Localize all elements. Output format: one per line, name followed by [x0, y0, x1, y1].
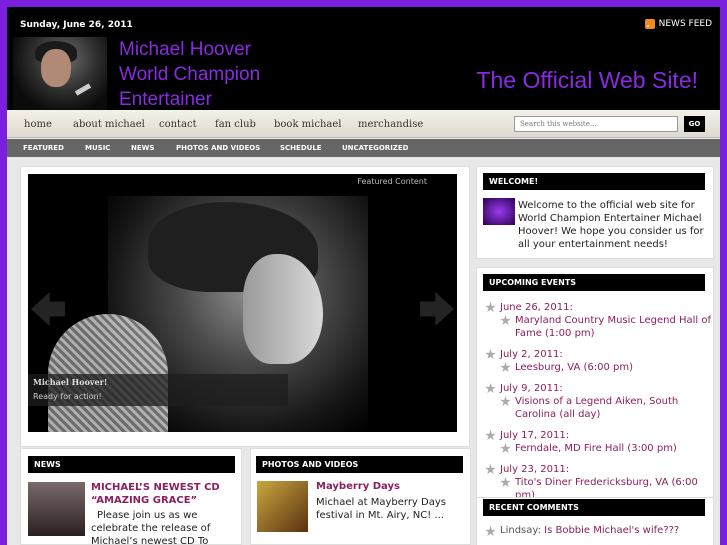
news-title[interactable]: MICHAEL’S NEWEST CD “AMAZING GRACE” — [91, 481, 231, 507]
news-heading: NEWS — [28, 456, 235, 473]
comment-item[interactable]: Lindsay: Is Bobbie Michael's wife??? — [485, 525, 679, 537]
search-go-button[interactable]: GO — [684, 116, 705, 132]
nav-book[interactable]: book michael — [274, 119, 358, 130]
star-icon — [485, 383, 496, 394]
cat-featured[interactable]: FEATURED — [23, 144, 85, 152]
slider-next-icon[interactable] — [420, 292, 454, 326]
events-heading: UPCOMING EVENTS — [483, 274, 705, 291]
title-line-1: Michael Hoover — [119, 39, 251, 60]
cat-uncategorized[interactable]: UNCATEGORIZED — [342, 144, 422, 152]
caption-title[interactable]: Michael Hoover! — [33, 377, 107, 387]
page: Sunday, June 26, 2011 NEWS FEED Michael … — [7, 7, 720, 545]
photos-heading: PHOTOS AND VIDEOS — [256, 456, 463, 473]
star-icon — [500, 362, 511, 373]
photos-title[interactable]: Mayberry Days — [316, 481, 400, 492]
event-date[interactable]: July 23, 2011: — [485, 463, 569, 476]
nav-fan-club[interactable]: fan club — [215, 119, 274, 130]
nav-merchandise[interactable]: merchandise — [358, 119, 428, 130]
comment-author: Lindsay: — [500, 525, 541, 536]
photos-thumbnail[interactable] — [257, 481, 308, 532]
current-date: Sunday, June 26, 2011 — [20, 20, 133, 30]
star-icon — [485, 464, 496, 475]
site-tagline: The Official Web Site! — [476, 67, 698, 93]
rss-icon — [644, 19, 655, 29]
cat-schedule[interactable]: SCHEDULE — [280, 144, 342, 152]
event-date[interactable]: July 2, 2011: — [485, 348, 563, 361]
news-feed-label: NEWS FEED — [658, 19, 712, 29]
event-date[interactable]: June 26, 2011: — [485, 301, 573, 314]
event-detail[interactable]: Ferndale, MD Fire Hall (3:00 pm) — [500, 442, 715, 455]
featured-label: Featured Content — [357, 177, 427, 186]
cat-photos-videos[interactable]: PHOTOS AND VIDEOS — [176, 144, 280, 152]
star-icon — [500, 315, 511, 326]
news-excerpt: Please join us as we celebrate the relea… — [91, 510, 211, 545]
title-line-2: World Champion — [119, 64, 261, 85]
star-icon — [485, 526, 496, 537]
event-date[interactable]: July 17, 2011: — [485, 429, 569, 442]
cat-news[interactable]: NEWS — [131, 144, 176, 152]
event-detail[interactable]: Leesburg, VA (6:00 pm) — [500, 361, 715, 374]
featured-slider[interactable]: Featured Content Michael Hoover! Ready f… — [28, 174, 457, 432]
event-date[interactable]: July 9, 2011: — [485, 382, 563, 395]
news-feed-link[interactable]: NEWS FEED — [644, 19, 712, 29]
comment-text[interactable]: Is Bobbie Michael's wife??? — [544, 525, 679, 537]
star-icon — [485, 302, 496, 313]
star-icon — [485, 430, 496, 441]
cat-music[interactable]: MUSIC — [85, 144, 131, 152]
site-title[interactable]: Michael Hoover World Champion Entertaine… — [119, 37, 260, 112]
site-header: Sunday, June 26, 2011 NEWS FEED Michael … — [7, 7, 720, 110]
welcome-text: Welcome to the official web site for Wor… — [518, 200, 704, 250]
star-icon — [485, 349, 496, 360]
comments-heading: RECENT COMMENTS — [483, 499, 705, 516]
nav-home[interactable]: home — [24, 119, 73, 130]
star-icon — [500, 396, 511, 407]
welcome-heading: WELCOME! — [483, 173, 705, 190]
search-input[interactable]: Search this website... — [514, 116, 678, 132]
star-icon — [500, 477, 511, 488]
title-line-3: Entertainer — [119, 89, 212, 110]
welcome-image — [483, 198, 515, 225]
header-photo — [13, 37, 107, 110]
news-thumbnail[interactable] — [28, 482, 85, 536]
main-nav: home about michael contact fan club book… — [7, 110, 720, 138]
slider-prev-icon[interactable] — [31, 292, 65, 326]
nav-contact[interactable]: contact — [159, 119, 215, 130]
nav-about[interactable]: about michael — [73, 119, 159, 130]
caption-text: Ready for action! — [33, 392, 102, 401]
category-bar: FEATURED MUSIC NEWS PHOTOS AND VIDEOS SC… — [7, 139, 720, 157]
photos-excerpt: Michael at Mayberry Days festival in Mt.… — [316, 497, 446, 521]
star-icon — [500, 443, 511, 454]
event-detail[interactable]: Maryland Country Music Legend Hall of Fa… — [500, 314, 715, 340]
event-detail[interactable]: Visions of a Legend Aiken, South Carolin… — [500, 395, 715, 421]
